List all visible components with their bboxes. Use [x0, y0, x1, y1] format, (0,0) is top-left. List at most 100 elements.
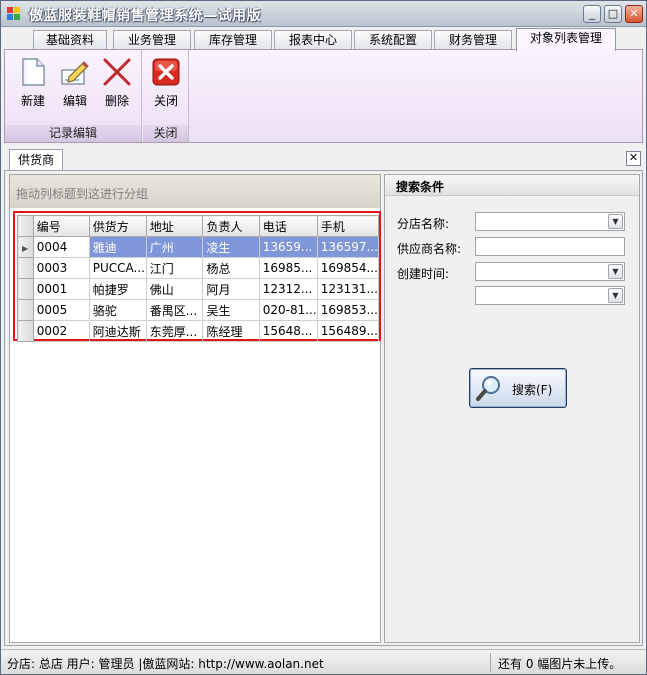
chevron-down-icon[interactable]: ▼: [608, 264, 623, 279]
created-time-label: 创建时间:: [397, 267, 450, 281]
cell-mobile[interactable]: 169854...: [316, 257, 380, 279]
cell-id[interactable]: 0004: [32, 236, 90, 258]
column-header-address[interactable]: 地址: [145, 215, 204, 237]
magnifier-search-icon: [475, 374, 503, 402]
ribbon: 新建 编辑 删除 记录编辑 关闭 关闭: [4, 49, 643, 143]
column-header-phone[interactable]: 电话: [258, 215, 318, 237]
cell-supplier[interactable]: 帕捷罗: [88, 278, 147, 300]
title-bar[interactable]: 傲蓝服装鞋帽销售管理系统—试用版 _ □ ✕: [1, 1, 646, 27]
maximize-button[interactable]: □: [604, 5, 622, 23]
tab-system-config[interactable]: 系统配置: [354, 30, 432, 50]
cell-address[interactable]: 广州: [145, 236, 204, 258]
ribbon-group-close: 关闭 关闭: [143, 50, 189, 142]
tab-reports[interactable]: 报表中心: [274, 30, 352, 50]
tab-basic-data[interactable]: 基础资料: [33, 30, 107, 50]
cell-contact[interactable]: 阿月: [202, 278, 260, 300]
cell-mobile[interactable]: 123131...: [316, 278, 380, 300]
row-indicator: [17, 257, 34, 279]
table-row[interactable]: ▶ 0004 雅迪 广州 凌生 13659... 136597...: [17, 236, 380, 258]
column-header-id[interactable]: 编号: [32, 215, 90, 237]
row-indicator: [17, 320, 34, 342]
tab-finance[interactable]: 财务管理: [434, 30, 512, 50]
search-button-label: 搜索(F): [512, 383, 553, 397]
supplier-table: 编号 供货方 地址 负责人 电话 手机 ▶ 0004 雅迪 广州 凌生 1365…: [17, 215, 380, 342]
cell-supplier[interactable]: 骆驼: [88, 299, 147, 321]
cell-mobile[interactable]: 169853...: [316, 299, 380, 321]
cell-contact[interactable]: 杨总: [202, 257, 260, 279]
cell-mobile[interactable]: 156489...: [316, 320, 380, 342]
edit-button[interactable]: 编辑: [55, 56, 95, 116]
tab-object-list[interactable]: 对象列表管理: [516, 28, 616, 51]
supplier-name-input[interactable]: [475, 237, 625, 256]
column-header-mobile[interactable]: 手机: [316, 215, 380, 237]
cell-id[interactable]: 0002: [32, 320, 90, 342]
branch-name-combo[interactable]: ▼: [475, 212, 625, 231]
cell-supplier[interactable]: PUCCA...: [88, 257, 147, 279]
delete-button[interactable]: 删除: [97, 56, 137, 116]
document-close-icon[interactable]: ✕: [626, 151, 641, 166]
branch-name-label: 分店名称:: [397, 217, 450, 231]
minimize-button[interactable]: _: [583, 5, 601, 23]
document-tab-supplier[interactable]: 供货商: [9, 149, 63, 171]
cell-mobile[interactable]: 136597...: [316, 236, 380, 258]
app-window: 傲蓝服装鞋帽销售管理系统—试用版 _ □ ✕ 基础资料 业务管理 库存管理 报表…: [0, 0, 647, 675]
cell-supplier[interactable]: 雅迪: [88, 236, 147, 258]
supplier-grid: 编号 供货方 地址 负责人 电话 手机 ▶ 0004 雅迪 广州 凌生 1365…: [13, 211, 381, 342]
chevron-down-icon[interactable]: ▼: [608, 288, 623, 303]
main-tabstrip: 基础资料 业务管理 库存管理 报表中心 系统配置 财务管理 对象列表管理: [1, 27, 646, 51]
search-panel-title: 搜索条件: [385, 175, 639, 196]
tab-inventory[interactable]: 库存管理: [194, 30, 272, 50]
cell-address[interactable]: 江门: [145, 257, 204, 279]
chevron-down-icon[interactable]: ▼: [608, 214, 623, 229]
ribbon-group-record-edit: 新建 编辑 删除 记录编辑: [5, 50, 142, 142]
grid-panel: 拖动列标题到这进行分组 编号 供货方 地址 负责人 电话 手机 ▶ 0004 雅…: [9, 174, 381, 643]
cell-phone[interactable]: 16985...: [258, 257, 318, 279]
table-row[interactable]: 0003 PUCCA... 江门 杨总 16985... 169854...: [17, 257, 380, 279]
search-panel: 搜索条件 分店名称: ▼ 供应商名称: 创建时间: ▼ ▼ 搜索(F): [384, 174, 640, 643]
cell-id[interactable]: 0003: [32, 257, 90, 279]
cell-contact[interactable]: 凌生: [202, 236, 260, 258]
cell-phone[interactable]: 13659...: [258, 236, 318, 258]
table-row[interactable]: 0002 阿迪达斯 东莞厚... 陈经理 15648... 156489...: [17, 320, 380, 342]
cell-id[interactable]: 0001: [32, 278, 90, 300]
cell-address[interactable]: 东莞厚...: [145, 320, 204, 342]
new-button-label: 新建: [20, 94, 45, 108]
cell-phone[interactable]: 15648...: [258, 320, 318, 342]
cell-address[interactable]: 番禺区...: [145, 299, 204, 321]
group-by-panel[interactable]: 拖动列标题到这进行分组: [10, 175, 380, 208]
created-time-from-combo[interactable]: ▼: [475, 262, 625, 281]
document-tabstrip: 供货商 ✕: [4, 147, 643, 171]
close-module-button[interactable]: 关闭: [146, 56, 186, 116]
cell-supplier[interactable]: 阿迪达斯: [88, 320, 147, 342]
ribbon-group-label-close: 关闭: [143, 125, 188, 142]
status-upload-info: 还有 0 幅图片未上传。: [498, 657, 622, 671]
cell-contact[interactable]: 吴生: [202, 299, 260, 321]
cell-phone[interactable]: 12312...: [258, 278, 318, 300]
status-user-info: 分店: 总店 用户: 管理员 |傲蓝网站: http://www.aolan.n…: [7, 657, 324, 671]
close-module-button-label: 关闭: [153, 94, 178, 108]
cell-phone[interactable]: 020-81...: [258, 299, 318, 321]
created-time-to-combo[interactable]: ▼: [475, 286, 625, 305]
close-window-button[interactable]: ✕: [625, 5, 643, 23]
edit-button-label: 编辑: [62, 94, 87, 108]
table-row[interactable]: 0005 骆驼 番禺区... 吴生 020-81... 169853...: [17, 299, 380, 321]
row-indicator-arrow-icon: ▶: [17, 236, 34, 258]
status-divider: [490, 653, 491, 672]
delete-button-label: 删除: [104, 94, 129, 108]
new-document-icon: [17, 56, 49, 88]
ribbon-group-label-record-edit: 记录编辑: [5, 125, 141, 142]
row-indicator: [17, 299, 34, 321]
status-bar: 分店: 总店 用户: 管理员 |傲蓝网站: http://www.aolan.n…: [1, 649, 646, 674]
table-row[interactable]: 0001 帕捷罗 佛山 阿月 12312... 123131...: [17, 278, 380, 300]
tab-business[interactable]: 业务管理: [113, 30, 191, 50]
column-header-supplier[interactable]: 供货方: [88, 215, 147, 237]
search-button[interactable]: 搜索(F): [469, 368, 567, 408]
cell-id[interactable]: 0005: [32, 299, 90, 321]
new-button[interactable]: 新建: [13, 56, 53, 116]
supplier-name-label: 供应商名称:: [397, 242, 462, 256]
close-red-icon: [150, 56, 182, 88]
cell-address[interactable]: 佛山: [145, 278, 204, 300]
row-indicator: [17, 278, 34, 300]
column-header-contact[interactable]: 负责人: [202, 215, 260, 237]
cell-contact[interactable]: 陈经理: [202, 320, 260, 342]
